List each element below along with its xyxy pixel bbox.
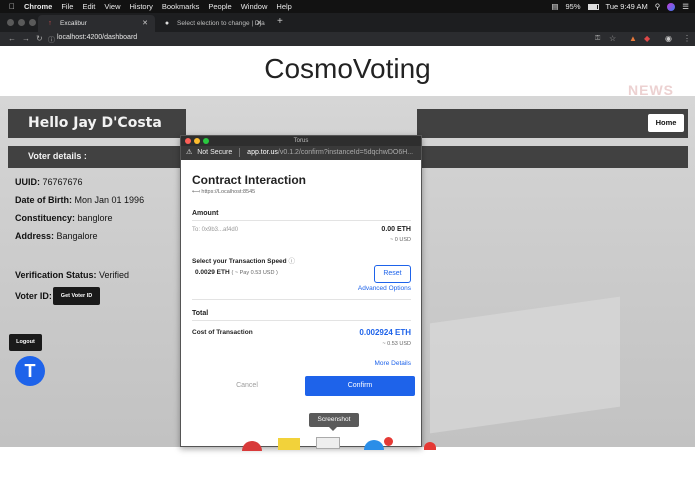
dob-value: Mon Jan 01 1996 bbox=[74, 195, 145, 205]
uuid-row: UUID: 76767676 bbox=[15, 177, 83, 187]
uuid-label: UUID: bbox=[15, 177, 40, 187]
voter-id-row: Voter ID: bbox=[15, 291, 52, 301]
popup-url-bar: ⚠ Not Secure app.tor.us/v0.1.2/confirm?i… bbox=[181, 146, 421, 160]
dob-row: Date of Birth: Mon Jan 01 1996 bbox=[15, 195, 144, 205]
amount-eth: 0.00 ETH bbox=[381, 226, 411, 233]
origin-url: https://Localhost:8545 bbox=[201, 189, 256, 195]
more-details-link[interactable]: More Details bbox=[375, 360, 411, 367]
address-label: Address: bbox=[15, 231, 55, 241]
speed-label-text: Select your Transaction Speed bbox=[192, 258, 287, 265]
popup-minimize-button[interactable] bbox=[194, 138, 200, 144]
confirm-button[interactable]: Confirm bbox=[305, 376, 415, 396]
cancel-button[interactable]: Cancel bbox=[192, 376, 302, 396]
reset-button[interactable]: Reset bbox=[374, 265, 411, 283]
constituency-label: Constituency: bbox=[15, 213, 76, 223]
amount-usd: ~ 0 USD bbox=[390, 237, 411, 243]
voter-id-label: Voter ID: bbox=[15, 291, 52, 301]
torus-logo-icon: T bbox=[24, 361, 36, 381]
constituency-value: banglore bbox=[77, 213, 113, 223]
get-voter-id-button[interactable]: Get Voter ID bbox=[53, 287, 100, 305]
dob-label: Date of Birth: bbox=[15, 195, 72, 205]
divider bbox=[192, 299, 411, 300]
tooltip-arrow bbox=[329, 427, 337, 431]
page-title: CosmoVoting bbox=[264, 53, 431, 84]
dock bbox=[230, 437, 440, 451]
notes-app-icon[interactable] bbox=[278, 438, 300, 450]
origin-row: ⟻ https://Localhost:8545 bbox=[192, 189, 255, 195]
logout-button[interactable]: Logout bbox=[9, 334, 42, 351]
total-label: Total bbox=[192, 310, 209, 317]
help-icon[interactable]: ⓘ bbox=[288, 258, 295, 265]
popup-url-path[interactable]: /v0.1.2/confirm?instanceId=5dqchwDO6H... bbox=[278, 149, 413, 156]
cost-label: Cost of Transaction bbox=[192, 329, 253, 336]
dock-badge bbox=[384, 437, 393, 446]
advanced-options-link[interactable]: Advanced Options bbox=[358, 285, 411, 292]
warning-icon: ⚠ bbox=[186, 149, 193, 156]
uuid-value: 76767676 bbox=[42, 177, 83, 187]
screenshot-tooltip: Screenshot bbox=[309, 413, 359, 427]
popup-close-button[interactable] bbox=[185, 138, 191, 144]
amount-label: Amount bbox=[192, 210, 219, 217]
speed-label: Select your Transaction Speed ⓘ bbox=[192, 255, 295, 265]
home-button[interactable]: Home bbox=[648, 114, 684, 132]
speed-pay: ( ~ Pay 0.53 USD ) bbox=[231, 270, 278, 276]
cost-usd: ~ 0.53 USD bbox=[382, 341, 411, 347]
torus-wallet-button[interactable]: T bbox=[15, 356, 45, 386]
divider bbox=[192, 220, 411, 221]
cost-eth: 0.002924 ETH bbox=[359, 328, 411, 337]
origin-icon: ⟻ bbox=[192, 189, 200, 195]
address-row: Address: Bangalore bbox=[15, 231, 98, 241]
to-address: To: 0x9b3...af4d0 bbox=[192, 227, 239, 233]
url-divider bbox=[239, 147, 241, 157]
divider bbox=[192, 320, 411, 321]
greeting-header: Hello Jay D'Costa bbox=[8, 109, 186, 138]
popup-url-host[interactable]: app.tor.us bbox=[247, 149, 278, 156]
speed-value: 0.0029 ETH bbox=[195, 269, 230, 276]
screenshot-app-icon[interactable] bbox=[316, 437, 340, 449]
verification-row: Verification Status: Verified bbox=[15, 270, 129, 280]
speed-value-row[interactable]: 0.0029 ETH ( ~ Pay 0.53 USD ) bbox=[195, 269, 278, 276]
dock-app-icon[interactable] bbox=[424, 442, 436, 450]
torus-popup-window: Torus ⚠ Not Secure app.tor.us/v0.1.2/con… bbox=[180, 135, 422, 447]
popup-titlebar: Torus bbox=[181, 136, 421, 146]
contract-interaction-heading: Contract Interaction bbox=[192, 173, 307, 187]
popup-zoom-button[interactable] bbox=[203, 138, 209, 144]
dock-app-icon[interactable] bbox=[364, 440, 384, 450]
dock-app-icon[interactable] bbox=[242, 441, 262, 451]
voter-details-header: Voter details : bbox=[8, 146, 180, 168]
voter-details-bar bbox=[417, 146, 688, 168]
verification-value: Verified bbox=[99, 270, 130, 280]
constituency-row: Constituency: banglore bbox=[15, 213, 113, 223]
address-value: Bangalore bbox=[56, 231, 98, 241]
popup-window-title: Torus bbox=[293, 138, 309, 144]
not-secure-label: Not Secure bbox=[197, 149, 233, 156]
verification-label: Verification Status: bbox=[15, 270, 97, 280]
